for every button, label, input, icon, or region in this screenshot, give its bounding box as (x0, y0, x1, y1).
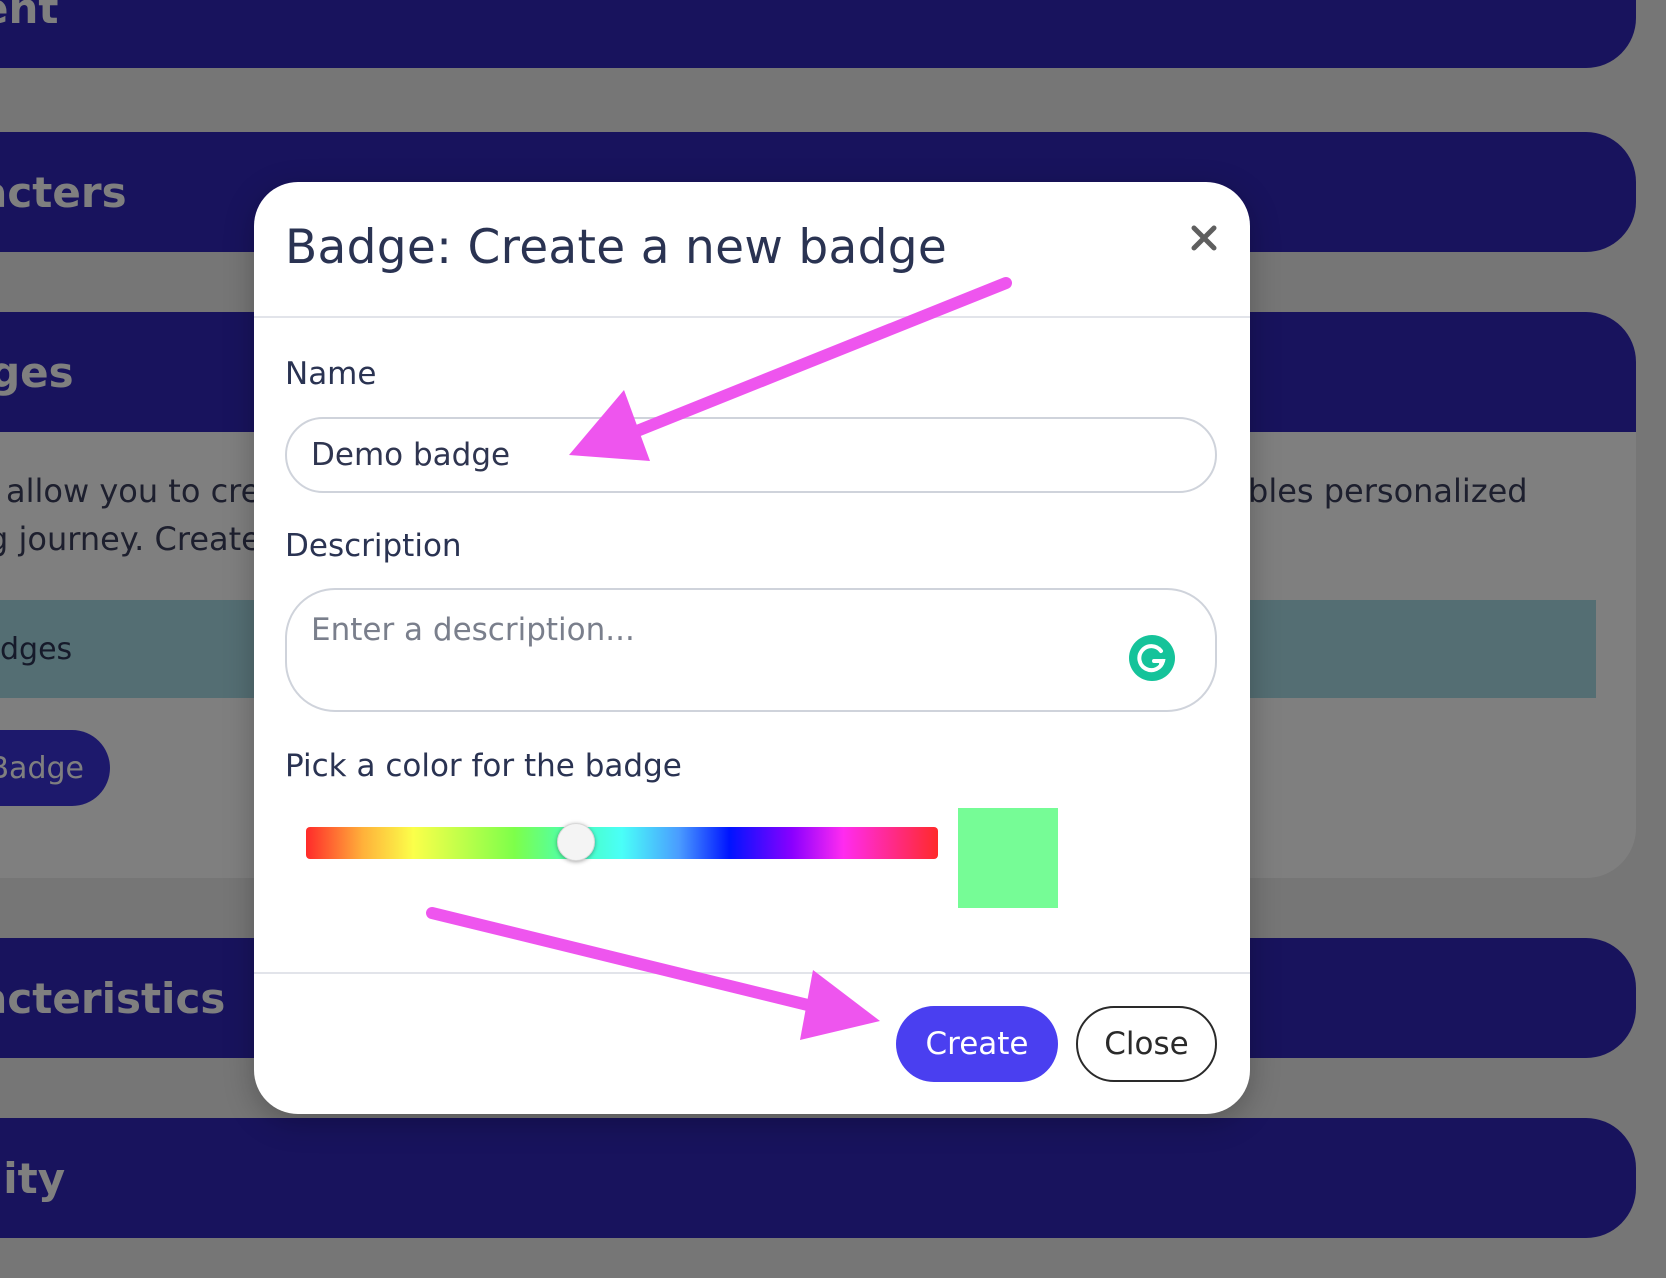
color-preview-swatch (958, 808, 1058, 908)
modal-footer: Create Close (254, 972, 1250, 1114)
modal-title: Badge: Create a new badge (285, 220, 948, 275)
hue-slider-thumb[interactable] (556, 823, 595, 861)
description-input[interactable] (285, 588, 1217, 712)
grammarly-icon[interactable] (1128, 634, 1176, 682)
name-input[interactable] (285, 417, 1217, 493)
color-label: Pick a color for the badge (285, 748, 682, 784)
create-badge-modal: Badge: Create a new badge Name Descripti… (254, 182, 1250, 1114)
close-button[interactable]: Close (1076, 1006, 1217, 1082)
name-label: Name (285, 356, 377, 392)
hue-slider[interactable] (306, 823, 938, 861)
modal-close-button[interactable] (1182, 216, 1226, 260)
description-label: Description (285, 528, 462, 564)
modal-header: Badge: Create a new badge (254, 182, 1250, 318)
create-button[interactable]: Create (896, 1006, 1058, 1082)
close-icon (1191, 225, 1217, 251)
